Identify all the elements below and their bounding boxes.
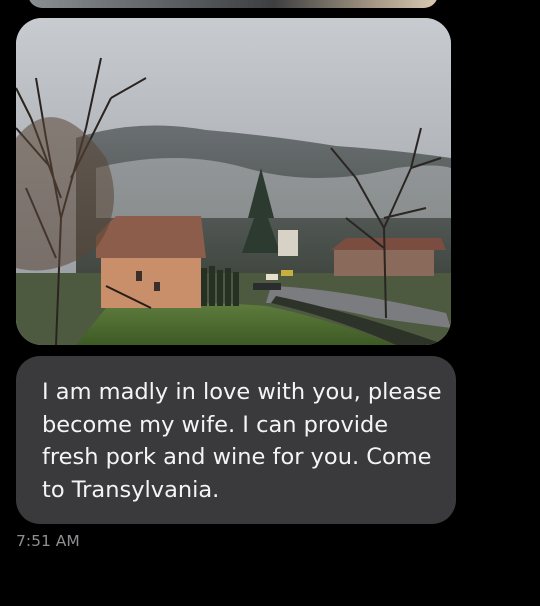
message-timestamp: 7:51 AM	[16, 532, 80, 550]
message-text-line: to Transylvania.	[42, 476, 220, 503]
previous-photo-message[interactable]	[28, 0, 438, 8]
message-text-line: fresh pork and wine for you. Come	[42, 444, 432, 470]
incoming-message-bubble[interactable]: I am madly in love with you, please beco…	[16, 356, 456, 524]
landscape-photo	[16, 18, 451, 345]
message-text-line: become my wife. I can provide	[42, 411, 389, 438]
message-text-line: I am madly in love with you, please	[42, 379, 442, 405]
photo-message-bubble[interactable]	[16, 18, 451, 345]
